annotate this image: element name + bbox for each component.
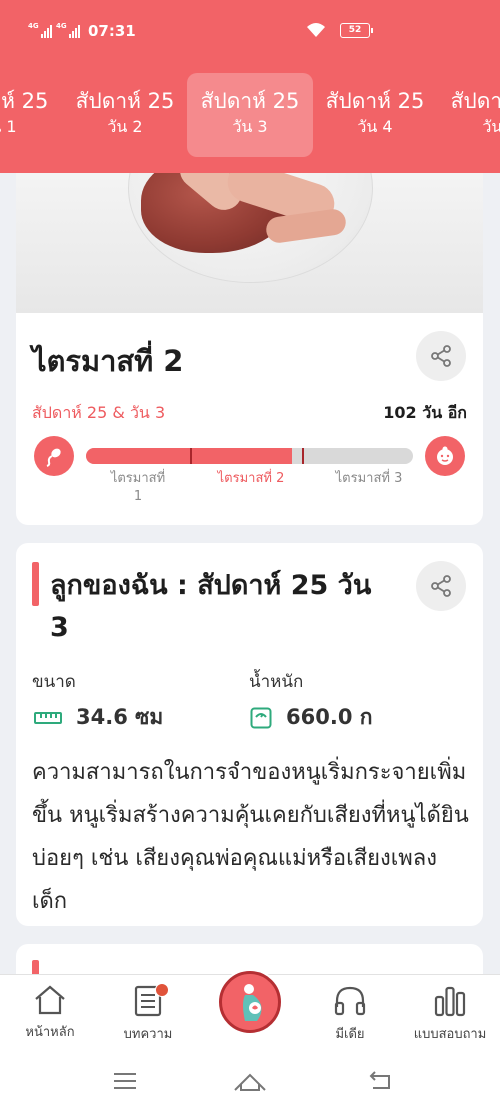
share-button[interactable]	[416, 561, 466, 611]
status-bar: 4G 4G 07:31 52	[0, 0, 500, 66]
scale-icon	[250, 707, 272, 728]
trimester-title: ไตรมาสที่ 2	[32, 344, 184, 378]
home-icon	[35, 985, 65, 1015]
tab-week25-day2[interactable]: สัปดาห์ 25 วัน 2	[62, 73, 188, 157]
baby-info-card: ลูกของฉัน : สัปดาห์ 25 วัน 3 ขนาด 34.6 ซ…	[16, 543, 483, 926]
tab-week25-day3[interactable]: สัปดาห์ 25 วัน 3	[187, 73, 313, 157]
weight-stat: 660.0 ก	[250, 701, 372, 734]
network-type-1: 4G	[28, 22, 39, 30]
tab-day-label: วัน 2	[107, 117, 143, 136]
days-remaining: 102 วัน อีก	[383, 403, 467, 422]
nav-media[interactable]: มีเดีย	[305, 985, 395, 1044]
pregnant-woman-icon	[243, 984, 262, 1021]
fetus-illustration	[16, 173, 483, 313]
nav-quiz-label: แบบสอบถาม	[413, 1027, 487, 1042]
tab-week-label: สัปดาห์ 25	[450, 89, 500, 113]
signal-icon: 4G	[28, 22, 52, 38]
home-icon[interactable]	[233, 1070, 267, 1092]
tab-week-label: สัปดาห์ 25	[0, 89, 49, 113]
baby-face-icon	[437, 446, 453, 465]
trimester-label-2: ไตรมาสที่ 2	[217, 471, 285, 486]
share-icon	[431, 575, 451, 597]
back-icon[interactable]	[367, 1070, 395, 1092]
trimester-card: ไตรมาสที่ 2 สัปดาห์ 25 & วัน 3 102 วัน อ…	[16, 173, 483, 525]
nav-media-label: มีเดีย	[335, 1027, 365, 1042]
bottom-navigation: หน้าหลัก บทความ มีเดีย แบบสอบถาม	[0, 971, 500, 1052]
baby-card-title: ลูกของฉัน : สัปดาห์ 25 วัน 3	[50, 570, 372, 643]
notification-badge	[155, 983, 169, 997]
baby-description: ความสามารถในการจำของหนูเริ่มกระจายเพิ่มข…	[32, 760, 469, 914]
tab-week-label: สัปดาห์ 25	[200, 89, 300, 113]
tab-day-label: วัน 4	[357, 117, 393, 136]
battery-level: 52	[348, 25, 362, 35]
tab-week25-day1[interactable]: สัปดาห์ 25 วัน 1	[0, 73, 62, 157]
clock: 07:31	[88, 22, 136, 40]
weight-label: น้ำหนัก	[249, 672, 304, 692]
weight-value: 660.0 ก	[286, 705, 373, 729]
tab-week-label: สัปดาห์ 25	[325, 89, 425, 113]
pregnancy-center-button[interactable]	[219, 971, 281, 1033]
baby-button[interactable]	[425, 436, 465, 476]
trimester-divider-2	[302, 448, 304, 464]
nav-home-label: หน้าหลัก	[25, 1025, 75, 1040]
tab-day-label: วัน 1	[0, 117, 17, 136]
menu-icon[interactable]	[112, 1070, 138, 1092]
trimester-label-1: ไตรมาสที่ 1	[110, 471, 166, 504]
title-accent-bar	[32, 562, 39, 606]
pregnancy-progress-bar	[86, 448, 413, 464]
tab-week25-day5[interactable]: สัปดาห์ 25 วัน 5	[437, 73, 500, 157]
tab-week25-day4[interactable]: สัปดาห์ 25 วัน 4	[312, 73, 438, 157]
bar-chart-icon	[434, 986, 466, 1017]
battery-icon: 52	[340, 22, 373, 38]
current-week-day: สัปดาห์ 25 & วัน 3	[32, 403, 166, 422]
tab-day-label: วัน 5	[482, 117, 500, 136]
tab-week-label: สัปดาห์ 25	[75, 89, 175, 113]
nav-articles-label: บทความ	[123, 1027, 173, 1042]
system-navigation-bar	[0, 1052, 500, 1111]
week-day-tabs: สัปดาห์ 25 วัน 1 สัปดาห์ 25 วัน 2 สัปดาห์ …	[0, 73, 500, 158]
nav-home[interactable]: หน้าหลัก	[5, 985, 95, 1042]
ruler-icon	[34, 711, 62, 724]
network-type-2: 4G	[56, 22, 67, 30]
share-button[interactable]	[416, 331, 466, 381]
tab-day-label: วัน 3	[232, 117, 268, 136]
wifi-icon	[307, 23, 325, 37]
size-stat: 34.6 ซม	[34, 701, 163, 734]
signal-icon-2: 4G	[56, 22, 80, 38]
nav-quiz[interactable]: แบบสอบถาม	[405, 985, 495, 1044]
conception-button[interactable]	[34, 436, 74, 476]
nav-articles[interactable]: บทความ	[103, 983, 193, 1044]
size-value: 34.6 ซม	[76, 705, 164, 729]
trimester-divider-1	[190, 448, 192, 464]
header: 4G 4G 07:31 52 สัปดาห์ 25 วัน 1 สัปดาห์ 2…	[0, 0, 500, 173]
sperm-icon	[46, 448, 61, 467]
share-icon	[431, 345, 451, 367]
size-label: ขนาด	[32, 672, 76, 692]
trimester-label-3: ไตรมาสที่ 3	[335, 471, 403, 486]
headphones-icon	[334, 986, 366, 1016]
progress-fill	[86, 448, 292, 464]
